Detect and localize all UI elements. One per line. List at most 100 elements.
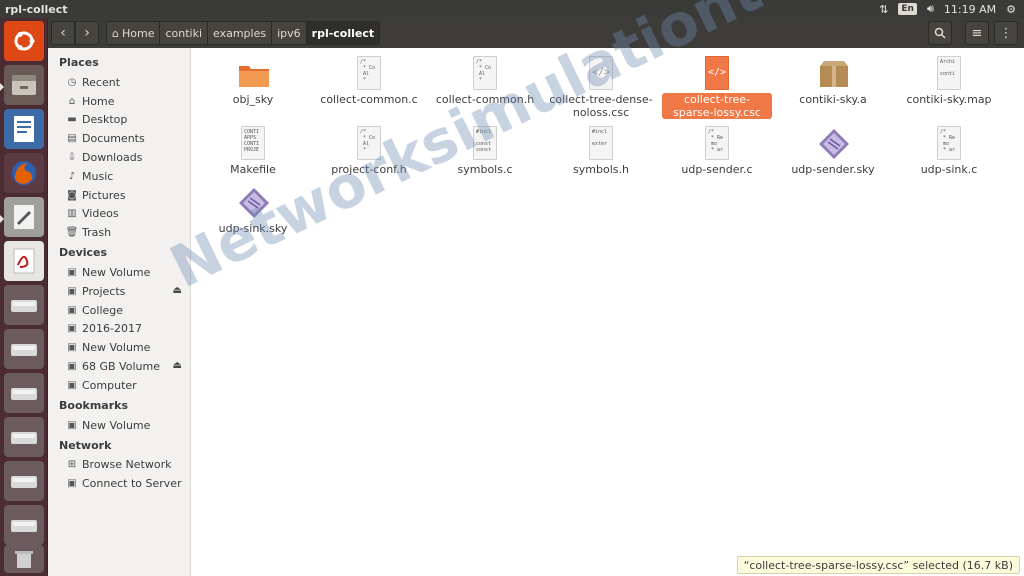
drive-icon[interactable] xyxy=(4,285,44,325)
file-item-makefile[interactable]: CONTI APPS CONTI PROJE Makefile xyxy=(198,126,308,176)
sidebar-item-bookmark-new-volume[interactable]: ▣ New Volume xyxy=(48,416,190,435)
back-button[interactable]: ‹ xyxy=(51,21,75,45)
drive-icon: ▣ xyxy=(67,379,77,391)
file-item-collect-common-c[interactable]: /* * Co Al * collect-common.c xyxy=(314,56,424,106)
file-item-udp-sender-sky[interactable]: udp-sender.sky xyxy=(778,126,888,176)
sidebar-item-new-volume-2[interactable]: ▣ New Volume xyxy=(48,338,190,357)
list-view-icon: ≡ xyxy=(971,25,983,41)
music-icon: ♪ xyxy=(68,170,76,182)
drive-icon[interactable] xyxy=(4,461,44,501)
home-icon: ⌂ xyxy=(68,95,76,107)
sidebar-item-2016-2017[interactable]: ▣ 2016-2017 xyxy=(48,320,190,339)
drive-icon: ▣ xyxy=(67,342,77,354)
home-icon: ⌂ xyxy=(112,26,119,40)
ubuntu-dash-icon[interactable] xyxy=(4,21,44,61)
chevron-left-icon: ‹ xyxy=(60,25,66,41)
camera-icon: ◙ xyxy=(67,189,77,201)
power-gear-icon[interactable]: ⚙ xyxy=(1006,3,1016,16)
sidebar-item-pictures[interactable]: ◙ Pictures xyxy=(48,186,190,205)
sidebar-item-college[interactable]: ▣ College xyxy=(48,301,190,320)
toolbar: ‹ › ⌂ Home contiki examples ipv6 rpl-coll… xyxy=(48,18,1024,48)
writer-app-icon[interactable] xyxy=(4,109,44,149)
sidebar-item-home[interactable]: ⌂ Home xyxy=(48,92,190,111)
file-grid: obj_sky /* * Co Al * collect-common.c /*… xyxy=(192,48,1024,576)
sidebar-item-trash[interactable]: 🗑︎ Trash xyxy=(48,223,190,242)
sidebar: Places ◷ Recent ⌂ Home ▬ Desktop ▤ Documents… xyxy=(48,48,191,576)
keyboard-layout-indicator[interactable]: En xyxy=(898,3,917,15)
clock[interactable]: 11:19 AM xyxy=(944,3,996,16)
drive-icon: ▣ xyxy=(67,361,77,373)
sky-binary-file-icon xyxy=(238,185,269,219)
network-arrows-icon[interactable]: ⇅ xyxy=(879,3,888,16)
launcher xyxy=(0,18,48,576)
search-icon xyxy=(934,27,946,39)
sidebar-item-documents[interactable]: ▤ Documents xyxy=(48,129,190,148)
file-item-contiki-sky-a[interactable]: contiki-sky.a xyxy=(778,56,888,106)
file-item-collect-tree-dense-noloss[interactable]: </> collect-tree-dense-noloss.csc xyxy=(546,56,656,119)
xml-file-icon: </> xyxy=(586,56,616,90)
menu-dots-icon: ⋮ xyxy=(999,25,1013,41)
breadcrumb: ⌂ Home contiki examples ipv6 rpl-collect xyxy=(106,21,381,45)
c-header-file-icon: #incl exter xyxy=(586,126,616,160)
sidebar-item-desktop[interactable]: ▬ Desktop xyxy=(48,111,190,130)
c-source-file-icon: /* * Co Al * xyxy=(354,56,384,90)
sidebar-item-computer[interactable]: ▣ Computer xyxy=(48,376,190,395)
file-item-udp-sink-sky[interactable]: udp-sink.sky xyxy=(198,185,308,235)
file-item-udp-sender-c[interactable]: /* * Re mo * ar udp-sender.c xyxy=(662,126,772,176)
menu-button[interactable]: ⋮ xyxy=(994,21,1018,45)
breadcrumb-home[interactable]: ⌂ Home xyxy=(107,22,161,44)
file-item-symbols-c[interactable]: #incl const const symbols.c xyxy=(430,126,540,176)
breadcrumb-rpl-collect[interactable]: rpl-collect xyxy=(306,22,380,44)
server-icon: ▣ xyxy=(67,478,77,490)
drive-icon[interactable] xyxy=(4,417,44,457)
search-button[interactable] xyxy=(928,21,952,45)
drive-icon[interactable] xyxy=(4,505,44,545)
volume-icon[interactable]: 🔊︎ xyxy=(927,2,934,16)
drive-icon: ▣ xyxy=(67,323,77,335)
file-item-udp-sink-c[interactable]: /* * Re mo * ar udp-sink.c xyxy=(894,126,1004,176)
view-list-button[interactable]: ≡ xyxy=(965,21,989,45)
sidebar-item-downloads[interactable]: ⇩ Downloads xyxy=(48,148,190,167)
text-editor-icon[interactable] xyxy=(4,197,44,237)
sidebar-item-browse-network[interactable]: ⊞ Browse Network xyxy=(48,456,190,475)
sidebar-item-videos[interactable]: ▥ Videos xyxy=(48,205,190,224)
forward-button[interactable]: › xyxy=(75,21,99,45)
eject-icon[interactable]: ⏏ xyxy=(173,285,182,296)
files-app-icon[interactable] xyxy=(4,65,44,105)
trash-launcher-icon[interactable] xyxy=(4,545,44,573)
file-item-contiki-sky-map[interactable]: Archi conti contiki-sky.map xyxy=(894,56,1004,106)
c-header-file-icon: /* * Co Al * xyxy=(354,126,384,160)
sky-binary-file-icon xyxy=(818,126,849,160)
sidebar-item-connect-server[interactable]: ▣ Connect to Server xyxy=(48,474,190,493)
file-item-symbols-h[interactable]: #incl exter symbols.h xyxy=(546,126,656,176)
drive-icon[interactable] xyxy=(4,373,44,413)
sidebar-item-new-volume[interactable]: ▣ New Volume xyxy=(48,263,190,282)
pdf-viewer-icon[interactable] xyxy=(4,241,44,281)
panel-indicators: ⇅ En 🔊︎ 11:19 AM ⚙ xyxy=(879,0,1024,18)
sidebar-item-projects[interactable]: ▣ Projects ⏏ xyxy=(48,282,190,301)
file-item-collect-tree-sparse-lossy[interactable]: </> collect-tree-sparse-lossy.csc xyxy=(662,56,772,119)
xml-file-icon: </> xyxy=(702,56,732,90)
drive-icon[interactable] xyxy=(4,329,44,369)
text-file-icon: Archi conti xyxy=(934,56,964,90)
running-indicator-arrow xyxy=(0,215,4,223)
download-icon: ⇩ xyxy=(67,152,77,164)
sidebar-item-recent[interactable]: ◷ Recent xyxy=(48,73,190,92)
sidebar-item-music[interactable]: ♪ Music xyxy=(48,167,190,186)
breadcrumb-ipv6[interactable]: ipv6 xyxy=(272,22,307,44)
file-item-collect-common-h[interactable]: /* * Co Al * collect-common.h xyxy=(430,56,540,106)
archive-box-icon xyxy=(818,56,848,90)
devices-heading: Devices xyxy=(59,246,108,260)
c-header-file-icon: /* * Co Al * xyxy=(470,56,500,90)
breadcrumb-examples[interactable]: examples xyxy=(208,22,273,44)
document-icon: ▤ xyxy=(67,133,77,145)
file-item-project-conf-h[interactable]: /* * Co Al * project-conf.h xyxy=(314,126,424,176)
firefox-icon[interactable] xyxy=(4,153,44,193)
bookmarks-heading: Bookmarks xyxy=(59,398,128,412)
sidebar-item-68gb-volume[interactable]: ▣ 68 GB Volume ⏏ xyxy=(48,357,190,376)
file-item-obj-sky[interactable]: obj_sky xyxy=(198,56,308,106)
film-icon: ▥ xyxy=(67,208,77,220)
eject-icon[interactable]: ⏏ xyxy=(173,360,182,371)
text-file-icon: CONTI APPS CONTI PROJE xyxy=(238,126,268,160)
breadcrumb-contiki[interactable]: contiki xyxy=(160,22,209,44)
